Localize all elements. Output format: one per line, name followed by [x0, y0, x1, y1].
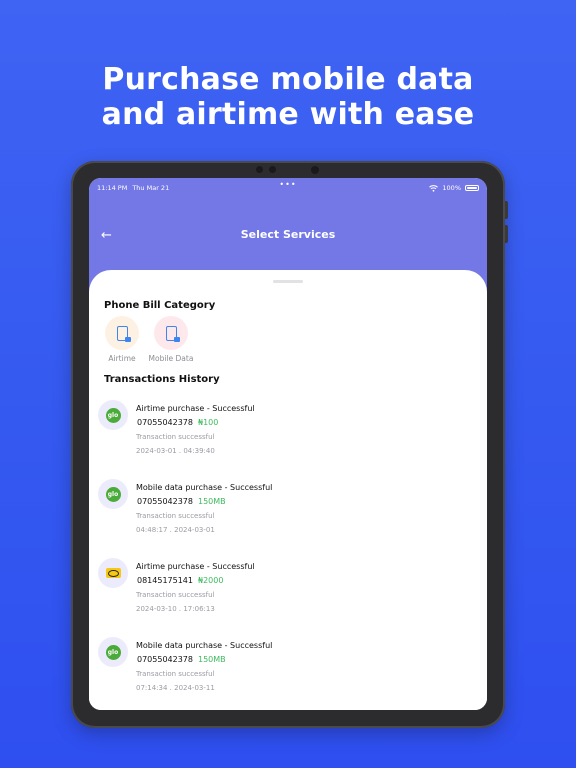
- mtn-logo-icon: [105, 568, 121, 578]
- transaction-number: 07055042378: [137, 497, 193, 506]
- transaction-number: 07055042378: [137, 655, 193, 664]
- services-sheet: Phone Bill Category Airtime Mobile Data …: [89, 270, 487, 710]
- transaction-amount: 150MB: [198, 497, 226, 506]
- glo-logo-icon: glo: [105, 407, 121, 423]
- headline: Purchase mobile data and airtime with ea…: [0, 62, 576, 132]
- transaction-title: Mobile data purchase - Successful: [136, 483, 273, 492]
- transaction-title: Airtime purchase - Successful: [136, 404, 255, 413]
- status-time: 11:14 PM: [97, 184, 128, 192]
- transaction-item[interactable]: glo Airtime purchase - Successful 070550…: [98, 400, 468, 472]
- phone-icon: [165, 325, 180, 342]
- category-icon-circle: [105, 316, 139, 350]
- camera-dot: [256, 166, 263, 173]
- category-label: Mobile Data: [148, 354, 194, 363]
- transaction-time: 07:14:34 . 2024-03-11: [136, 684, 215, 692]
- category-airtime[interactable]: Airtime: [97, 316, 147, 363]
- transaction-status: Transaction successful: [136, 512, 215, 520]
- camera-dot: [269, 166, 276, 173]
- network-logo: glo: [98, 479, 128, 509]
- network-logo: glo: [98, 400, 128, 430]
- transaction-time: 04:48:17 . 2024-03-01: [136, 526, 215, 534]
- page-title: Select Services: [240, 228, 336, 241]
- headline-line-1: Purchase mobile data: [102, 62, 474, 97]
- status-bar: 11:14 PM Thu Mar 21 ••• 100%: [97, 180, 479, 194]
- transaction-amount: ₦100: [198, 418, 219, 427]
- transaction-status: Transaction successful: [136, 591, 215, 599]
- transaction-item[interactable]: glo Mobile data purchase - Successful 07…: [98, 637, 468, 709]
- app-screen: 11:14 PM Thu Mar 21 ••• 100% ← Select Se…: [89, 178, 487, 710]
- battery-percent: 100%: [442, 184, 461, 192]
- transaction-title: Airtime purchase - Successful: [136, 562, 255, 571]
- glo-logo-icon: glo: [105, 644, 121, 660]
- side-button: [505, 201, 508, 219]
- network-logo: [98, 558, 128, 588]
- phone-icon: [116, 325, 131, 342]
- transaction-status: Transaction successful: [136, 670, 215, 678]
- sheet-grabber-handle[interactable]: [273, 280, 303, 283]
- category-mobile-data[interactable]: Mobile Data: [146, 316, 196, 363]
- category-label: Airtime: [108, 354, 136, 363]
- transactions-history-title: Transactions History: [104, 374, 220, 385]
- transaction-item[interactable]: glo Mobile data purchase - Successful 07…: [98, 479, 468, 551]
- transaction-time: 2024-03-10 . 17:06:13: [136, 605, 215, 613]
- transaction-amount: 150MB: [198, 655, 226, 664]
- multitask-dots[interactable]: •••: [279, 180, 296, 189]
- glo-logo-icon: glo: [105, 486, 121, 502]
- network-logo: glo: [98, 637, 128, 667]
- headline-line-2: and airtime with ease: [101, 97, 475, 132]
- transaction-item[interactable]: Airtime purchase - Successful 0814517514…: [98, 558, 468, 630]
- phone-bill-category-title: Phone Bill Category: [104, 300, 216, 311]
- transaction-title: Mobile data purchase - Successful: [136, 641, 273, 650]
- transaction-number: 08145175141: [137, 576, 193, 585]
- transaction-status: Transaction successful: [136, 433, 215, 441]
- wifi-icon: [429, 184, 439, 192]
- side-button: [505, 225, 508, 243]
- transaction-amount: ₦2000: [198, 576, 224, 585]
- status-date: Thu Mar 21: [132, 184, 170, 192]
- category-icon-circle: [154, 316, 188, 350]
- camera-lens: [311, 166, 319, 174]
- transaction-time: 2024-03-01 . 04:39:40: [136, 447, 215, 455]
- transaction-number: 07055042378: [137, 418, 193, 427]
- battery-icon: [465, 185, 479, 191]
